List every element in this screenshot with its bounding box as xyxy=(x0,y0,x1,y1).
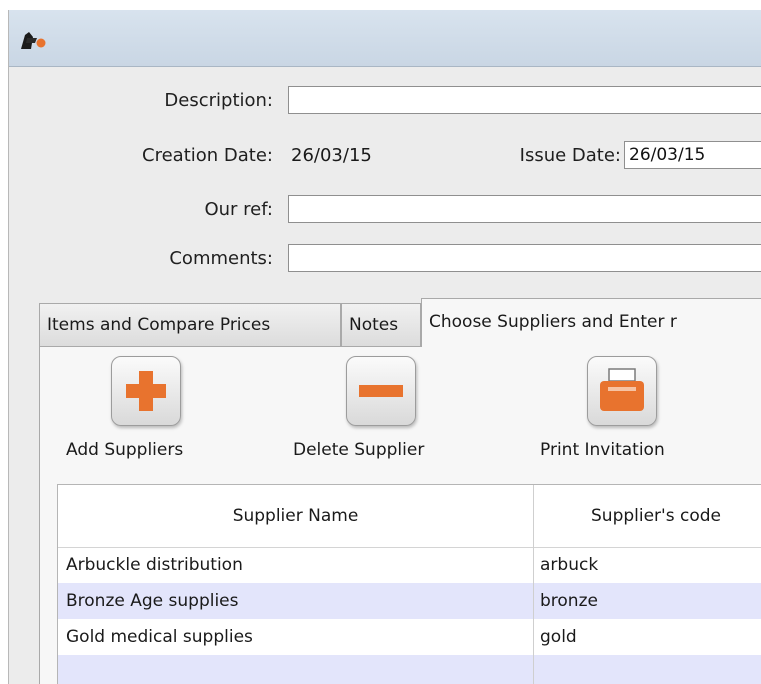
tender-window: Description: Creation Date: 26/03/15 Iss… xyxy=(8,10,761,684)
add-suppliers-label[interactable]: Add Suppliers xyxy=(66,440,183,460)
comments-label: Comments: xyxy=(169,248,273,269)
suppliers-table: Supplier Name Supplier's code Arbuckle d… xyxy=(57,484,761,684)
description-field[interactable] xyxy=(288,86,761,114)
column-header-supplier-name[interactable]: Supplier Name xyxy=(58,485,533,547)
minus-icon xyxy=(359,385,403,397)
table-row[interactable] xyxy=(58,655,761,684)
table-row[interactable]: Gold medical supplies gold xyxy=(58,619,761,655)
comments-field[interactable] xyxy=(288,244,761,272)
supplier-code-cell: arbuck xyxy=(540,555,599,575)
printer-icon xyxy=(600,368,644,411)
table-row[interactable]: Bronze Age supplies bronze xyxy=(58,583,761,619)
plus-icon xyxy=(126,371,166,411)
print-invitation-label[interactable]: Print Invitation xyxy=(540,440,665,460)
supplier-name-cell: Bronze Age supplies xyxy=(66,591,239,611)
supplier-name-cell: Arbuckle distribution xyxy=(66,555,243,575)
supplier-code-cell: gold xyxy=(540,627,577,647)
delete-supplier-label[interactable]: Delete Supplier xyxy=(293,440,424,460)
add-suppliers-button[interactable] xyxy=(111,356,181,426)
column-divider xyxy=(533,485,534,684)
our-ref-label: Our ref: xyxy=(204,199,273,220)
our-ref-field[interactable] xyxy=(288,195,761,223)
description-label: Description: xyxy=(164,90,273,111)
issue-date-label: Issue Date: xyxy=(519,145,621,166)
supplier-name-cell: Gold medical supplies xyxy=(66,627,253,647)
creation-date-value: 26/03/15 xyxy=(291,145,372,166)
creation-date-label: Creation Date: xyxy=(142,145,273,166)
tab-choose-suppliers[interactable]: Choose Suppliers and Enter r xyxy=(421,298,761,347)
supplier-code-cell: bronze xyxy=(540,591,598,611)
table-header: Supplier Name Supplier's code xyxy=(58,485,761,548)
issue-date-field[interactable] xyxy=(624,141,761,169)
tab-items-and-compare-prices[interactable]: Items and Compare Prices xyxy=(39,303,341,346)
delete-supplier-button[interactable] xyxy=(346,356,416,426)
table-row[interactable]: Arbuckle distribution arbuck xyxy=(58,547,761,583)
title-bar xyxy=(9,10,761,67)
app-logo-icon xyxy=(21,32,46,49)
print-invitation-button[interactable] xyxy=(587,356,657,426)
column-header-supplier-code[interactable]: Supplier's code xyxy=(534,485,761,547)
tab-notes[interactable]: Notes xyxy=(341,303,421,346)
